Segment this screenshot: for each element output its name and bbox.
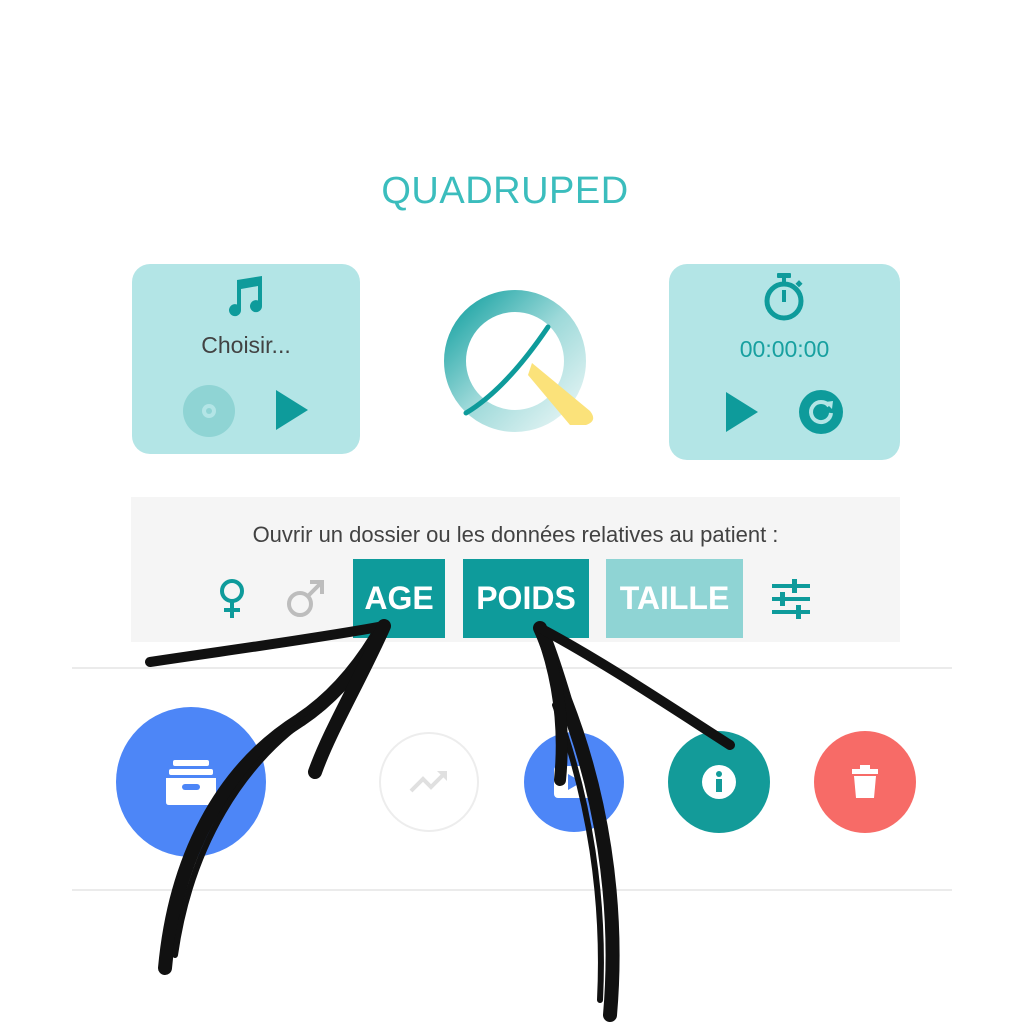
quadruped-logo [444,290,594,432]
patient-prompt: Ouvrir un dossier ou les données relativ… [252,522,779,547]
info-button[interactable] [668,731,770,833]
stopwatch-icon [764,273,804,321]
music-select-label[interactable]: Choisir... [132,332,360,359]
male-icon[interactable] [284,578,326,620]
archive-button[interactable] [116,707,266,857]
timer-play-icon[interactable] [722,390,762,434]
chart-button[interactable] [379,732,479,832]
film-icon [554,766,594,798]
archive-icon [166,760,216,805]
delete-button[interactable] [814,731,916,833]
music-play-icon[interactable] [272,388,312,432]
female-icon[interactable] [214,578,250,620]
poids-button[interactable]: POIDS [463,559,589,638]
trash-icon [852,765,878,798]
divider [72,889,952,891]
music-note-icon [229,276,263,317]
info-icon [702,765,736,799]
timer-display: 00:00:00 [739,336,830,362]
video-button[interactable] [524,732,624,832]
reset-icon[interactable] [798,389,844,435]
age-button[interactable]: AGE [353,559,445,638]
app-screen: QUADRUPED Choisir... 00:00:00 Ouvrir un … [0,0,1024,1024]
taille-button[interactable]: TAILLE [606,559,743,638]
divider [72,667,952,669]
disc-icon[interactable] [183,385,235,437]
page-title: QUADRUPED [381,170,629,212]
trending-up-icon [409,771,447,793]
sliders-icon[interactable] [768,578,814,620]
